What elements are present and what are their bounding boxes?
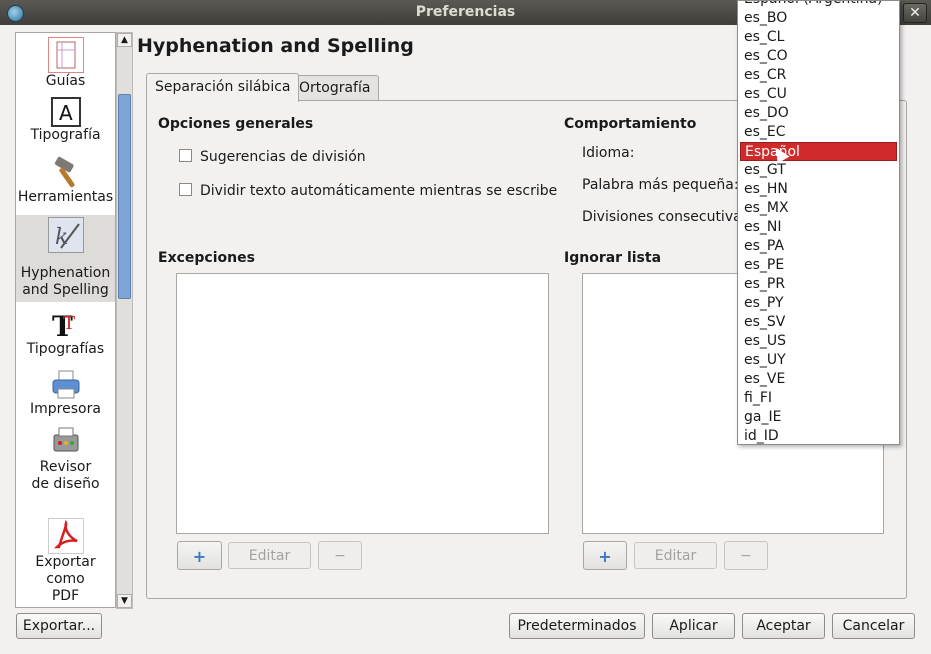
checkbox-icon[interactable]	[179, 183, 192, 196]
sidebar-item-label: Guías	[45, 73, 86, 89]
pdf-icon	[47, 518, 84, 554]
minus-icon: −	[334, 548, 346, 564]
hyphen-suggestions-checkbox[interactable]: Sugerencias de división	[179, 149, 366, 165]
dropdown-option[interactable]: es_PE	[740, 256, 897, 275]
sidebar-item-label: Impresora	[30, 401, 101, 417]
sidebar-item-hyphenation[interactable]: k Hyphenation and Spelling	[16, 215, 115, 302]
typography-icon: A	[50, 97, 81, 127]
dropdown-option[interactable]: es_CL	[740, 28, 897, 47]
behavior-title: Comportamiento	[564, 116, 697, 132]
sidebar-item-label: Revisor de diseño	[31, 459, 100, 492]
language-dropdown-list[interactable]: Español (Argentina) es_BOes_CLes_COes_CR…	[737, 0, 900, 445]
dropdown-option[interactable]: es_UY	[740, 351, 897, 370]
auto-hyphenate-checkbox[interactable]: Dividir texto automáticamente mientras s…	[179, 183, 557, 199]
dropdown-option[interactable]: es_PA	[740, 237, 897, 256]
guides-icon	[47, 37, 84, 73]
dropdown-option[interactable]: es_PY	[740, 294, 897, 313]
edit-exception-button[interactable]: Editar	[228, 542, 311, 569]
window-title: Preferencias	[415, 4, 516, 20]
app-icon	[7, 5, 24, 22]
preflight-icon	[48, 425, 83, 459]
apply-button[interactable]: Aplicar	[652, 613, 735, 639]
scroll-down-arrow-icon[interactable]: ▼	[117, 594, 132, 608]
sidebar-item-label: Tipografías	[26, 341, 105, 357]
dropdown-option[interactable]: es_CU	[740, 85, 897, 104]
dropdown-option[interactable]: es_SV	[740, 313, 897, 332]
dropdown-option[interactable]: ga_IE	[740, 408, 897, 427]
plus-icon: +	[598, 547, 612, 566]
export-button[interactable]: Exportar...	[16, 613, 102, 639]
sidebar: Guías A Tipografía Herramientas k Hyphen…	[15, 32, 116, 608]
dropdown-option[interactable]: es_US	[740, 332, 897, 351]
dropdown-option[interactable]: es_GT	[740, 161, 897, 180]
remove-exception-button[interactable]: −	[318, 541, 362, 570]
sidebar-item-label: Herramientas	[17, 189, 114, 205]
consecutive-hyphenations-label: Divisiones consecutivas:	[582, 209, 754, 225]
sidebar-scrollbar[interactable]: ▲ ▼	[116, 32, 133, 609]
checkbox-label: Dividir texto automáticamente mientras s…	[200, 183, 558, 199]
cancel-button[interactable]: Cancelar	[832, 613, 915, 639]
sidebar-item-guides[interactable]: Guías	[16, 37, 115, 95]
dropdown-option[interactable]: Español (Argentina)	[740, 1, 897, 9]
language-label: Idioma:	[582, 145, 635, 161]
sidebar-item-fonts[interactable]: TT Tipografías	[16, 307, 115, 365]
dropdown-option[interactable]: es_EC	[740, 123, 897, 142]
dropdown-option[interactable]: es_HN	[740, 180, 897, 199]
dropdown-option[interactable]: id_ID	[740, 427, 897, 444]
dropdown-option[interactable]: es_VE	[740, 370, 897, 389]
sidebar-item-pdf[interactable]: Exportar como PDF	[16, 518, 115, 607]
checkbox-icon[interactable]	[179, 149, 192, 162]
sidebar-item-printer[interactable]: Impresora	[16, 367, 115, 425]
dropdown-option[interactable]: es_PR	[740, 275, 897, 294]
page-title: Hyphenation and Spelling	[137, 35, 414, 57]
add-exception-button[interactable]: +	[177, 541, 222, 570]
dropdown-option[interactable]: es_NI	[740, 218, 897, 237]
sidebar-item-label: Hyphenation and Spelling	[20, 265, 111, 298]
exceptions-list[interactable]	[176, 273, 549, 534]
accept-button[interactable]: Aceptar	[742, 613, 825, 639]
svg-text:T: T	[63, 313, 75, 334]
dropdown-option[interactable]: es_CR	[740, 66, 897, 85]
plus-icon: +	[192, 547, 207, 566]
dropdown-option[interactable]: es_DO	[740, 104, 897, 123]
checkbox-label: Sugerencias de división	[200, 149, 366, 165]
add-ignore-button[interactable]: +	[583, 541, 627, 570]
edit-ignore-button[interactable]: Editar	[634, 542, 717, 569]
defaults-button[interactable]: Predeterminados	[509, 613, 645, 639]
tab-hyphenation[interactable]: Separación silábica	[146, 73, 300, 102]
sidebar-item-label: Tipografía	[30, 127, 101, 143]
close-button[interactable]: ✕	[903, 3, 927, 23]
sidebar-item-label: Exportar como PDF	[35, 554, 96, 604]
sidebar-item-preflight[interactable]: Revisor de diseño	[16, 425, 115, 517]
minus-icon: −	[740, 548, 752, 564]
dropdown-option-selected[interactable]: Español	[740, 142, 897, 161]
dropdown-option[interactable]: es_MX	[740, 199, 897, 218]
scroll-up-arrow-icon[interactable]: ▲	[117, 33, 132, 47]
ignore-list-title: Ignorar lista	[564, 250, 662, 266]
tab-spelling[interactable]: Ortografía	[290, 75, 380, 101]
scrollbar-thumb[interactable]	[118, 94, 131, 299]
exceptions-title: Excepciones	[158, 250, 255, 266]
sidebar-item-typography[interactable]: A Tipografía	[16, 97, 115, 155]
sidebar-item-tools[interactable]: Herramientas	[16, 155, 115, 213]
svg-text:A: A	[59, 101, 73, 125]
hyphenation-icon: k	[47, 217, 84, 253]
smallest-word-label: Palabra más pequeña:	[582, 177, 739, 193]
dropdown-option[interactable]: es_CO	[740, 47, 897, 66]
printer-icon	[48, 367, 83, 401]
hammer-icon	[48, 155, 83, 189]
fonts-icon: TT	[48, 307, 83, 343]
remove-ignore-button[interactable]: −	[724, 541, 768, 570]
dropdown-option[interactable]: fi_FI	[740, 389, 897, 408]
general-options-title: Opciones generales	[158, 116, 314, 132]
dropdown-option[interactable]: es_BO	[740, 9, 897, 28]
